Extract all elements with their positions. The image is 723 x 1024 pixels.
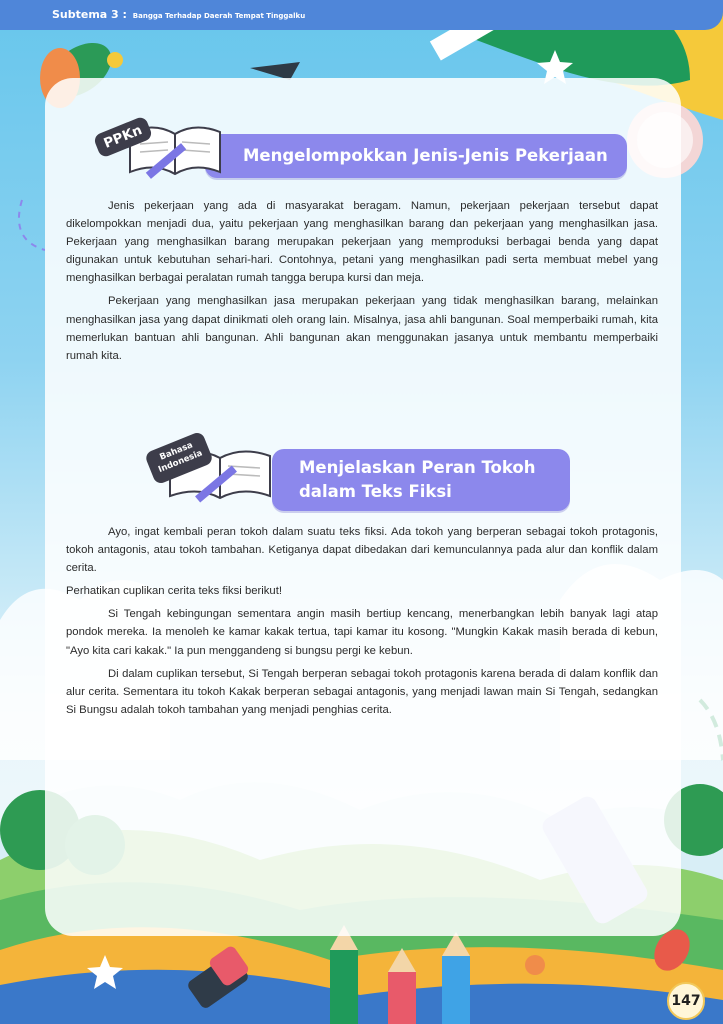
section2-instruction: Perhatikan cuplikan cerita teks fiksi be… [66, 585, 282, 598]
section2-title-line1: Menjelaskan Peran Tokoh [299, 458, 536, 477]
section1-title-banner: Mengelompokkan Jenis-Jenis Pekerjaan [205, 134, 627, 178]
subtema-label: Subtema 3 : [52, 8, 127, 21]
page-number: 147 [667, 982, 705, 1020]
section2-paragraph-1: Ayo, ingat kembali peran tokoh dalam sua… [66, 526, 658, 575]
section1-title: Mengelompokkan Jenis-Jenis Pekerjaan [243, 146, 608, 165]
section1-body: Jenis pekerjaan yang ada di masyarakat b… [66, 197, 658, 365]
section1-paragraph-1: Jenis pekerjaan yang ada di masyarakat b… [66, 200, 658, 285]
section2-title-banner: Menjelaskan Peran Tokoh dalam Teks Fiksi [272, 449, 570, 511]
section2-title-line2: dalam Teks Fiksi [299, 482, 452, 501]
section1-paragraph-2: Pekerjaan yang menghasilkan jasa merupak… [66, 295, 658, 362]
section2-body: Ayo, ingat kembali peran tokoh dalam sua… [66, 523, 658, 719]
section2-explanation: Di dalam cuplikan tersebut, Si Tengah be… [66, 667, 658, 716]
subtema-header: Subtema 3 : Bangga Terhadap Daerah Tempa… [52, 8, 305, 21]
book-page: Subtema 3 : Bangga Terhadap Daerah Tempa… [0, 0, 723, 1024]
story-excerpt: Si Tengah kebingungan sementara angin ma… [66, 608, 658, 657]
subtema-title: Bangga Terhadap Daerah Tempat Tinggalku [132, 12, 306, 20]
